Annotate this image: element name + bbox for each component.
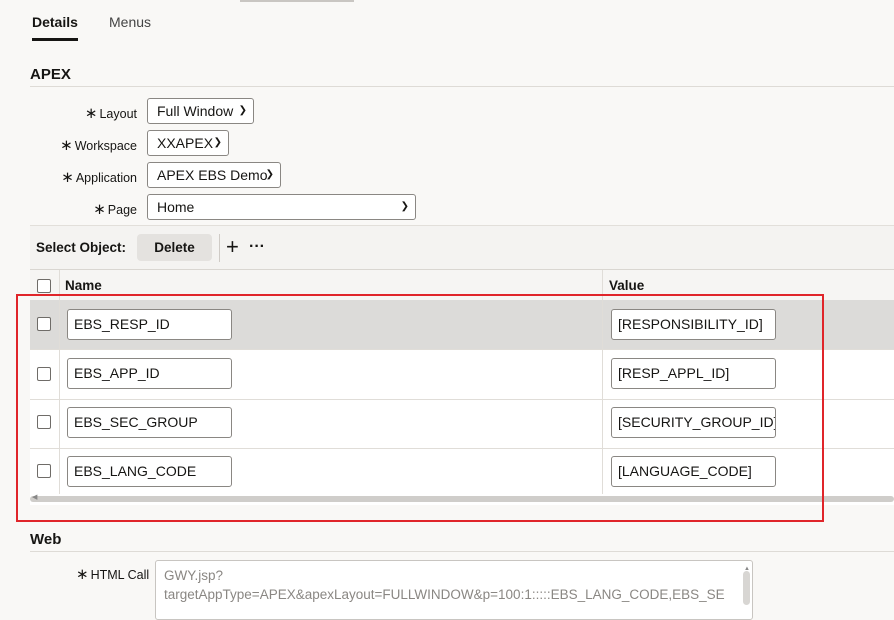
- apex-section-title: APEX: [30, 66, 71, 83]
- top-scroll-indicator: [240, 0, 354, 2]
- required-icon: ∗: [60, 137, 73, 154]
- column-divider: [602, 270, 603, 300]
- grid-toolbar: Select Object: Delete + ···: [30, 225, 894, 270]
- application-select[interactable]: APEX EBS Demo ❯: [147, 162, 281, 188]
- chevron-down-icon: ❯: [213, 137, 222, 148]
- delete-button[interactable]: Delete: [137, 234, 212, 261]
- column-header-name[interactable]: Name: [65, 278, 102, 293]
- value-input[interactable]: [SECURITY_GROUP_ID]: [611, 407, 776, 438]
- parameters-grid: Name Value EBS_RESP_ID [RESPONSIBILITY_I…: [30, 269, 894, 505]
- value-input[interactable]: [RESP_APPL_ID]: [611, 358, 776, 389]
- application-field: ∗ Application APEX EBS Demo ❯: [0, 162, 894, 190]
- layout-select[interactable]: Full Window ❯: [147, 98, 254, 124]
- toolbar-divider: [219, 234, 220, 262]
- tab-details[interactable]: Details: [32, 14, 78, 41]
- layout-label: ∗ Layout: [84, 105, 137, 122]
- page-field: ∗ Page Home ❯: [0, 194, 894, 222]
- chevron-down-icon: ❯: [400, 201, 409, 212]
- page-select[interactable]: Home ❯: [147, 194, 416, 220]
- required-icon: ∗: [84, 105, 98, 122]
- html-call-line: targetAppType=APEX&apexLayout=FULLWINDOW…: [164, 587, 725, 602]
- name-input[interactable]: EBS_SEC_GROUP: [67, 407, 232, 438]
- workspace-field: ∗ Workspace XXAPEX ❯: [0, 130, 894, 158]
- grid-header: Name Value: [30, 269, 894, 301]
- required-icon: ∗: [93, 201, 106, 218]
- column-divider: [602, 350, 603, 399]
- workspace-select[interactable]: XXAPEX ❯: [147, 130, 229, 156]
- name-input[interactable]: EBS_APP_ID: [67, 358, 232, 389]
- name-input[interactable]: EBS_RESP_ID: [67, 309, 232, 340]
- application-label: ∗ Application: [61, 169, 137, 186]
- column-divider: [59, 270, 60, 300]
- row-checkbox[interactable]: [37, 367, 51, 381]
- table-row[interactable]: EBS_SEC_GROUP [SECURITY_GROUP_ID]: [30, 399, 894, 449]
- table-row[interactable]: EBS_RESP_ID [RESPONSIBILITY_ID]: [30, 300, 894, 350]
- scroll-left-icon[interactable]: ◀: [32, 493, 37, 501]
- column-header-value[interactable]: Value: [609, 278, 644, 293]
- row-checkbox[interactable]: [37, 317, 51, 331]
- html-call-line: GWY.jsp?: [164, 568, 224, 583]
- column-divider: [59, 350, 60, 399]
- required-icon: ∗: [76, 566, 89, 583]
- horizontal-scrollbar[interactable]: ◀: [30, 493, 894, 502]
- section-divider: [30, 86, 894, 87]
- column-divider: [602, 399, 603, 448]
- more-options-icon[interactable]: ···: [249, 236, 265, 258]
- required-icon: ∗: [61, 169, 74, 186]
- workspace-label: ∗ Workspace: [60, 137, 137, 154]
- section-divider: [30, 551, 894, 552]
- chevron-down-icon: ❯: [238, 105, 247, 116]
- value-input[interactable]: [LANGUAGE_CODE]: [611, 456, 776, 487]
- web-section-title: Web: [30, 531, 62, 548]
- chevron-down-icon: ❯: [265, 169, 274, 180]
- row-checkbox[interactable]: [37, 415, 51, 429]
- layout-field: ∗ Layout Full Window ❯: [0, 98, 894, 126]
- row-checkbox[interactable]: [37, 464, 51, 478]
- column-divider: [59, 399, 60, 448]
- add-icon[interactable]: +: [226, 233, 239, 261]
- html-call-label: ∗ HTML Call: [76, 566, 150, 583]
- column-divider: [602, 300, 603, 349]
- column-divider: [59, 448, 60, 494]
- column-divider: [602, 448, 603, 494]
- html-call-textarea[interactable]: GWY.jsp? targetAppType=APEX&apexLayout=F…: [155, 560, 753, 620]
- table-row[interactable]: EBS_LANG_CODE [LANGUAGE_CODE]: [30, 448, 894, 497]
- table-row[interactable]: EBS_APP_ID [RESP_APPL_ID]: [30, 350, 894, 400]
- select-object-label: Select Object:: [36, 240, 127, 255]
- value-input[interactable]: [RESPONSIBILITY_ID]: [611, 309, 776, 340]
- vertical-scrollbar[interactable]: [743, 571, 750, 605]
- page-label: ∗ Page: [93, 201, 137, 218]
- select-all-checkbox[interactable]: [37, 279, 51, 293]
- name-input[interactable]: EBS_LANG_CODE: [67, 456, 232, 487]
- column-divider: [59, 300, 60, 349]
- tab-menus[interactable]: Menus: [109, 14, 151, 30]
